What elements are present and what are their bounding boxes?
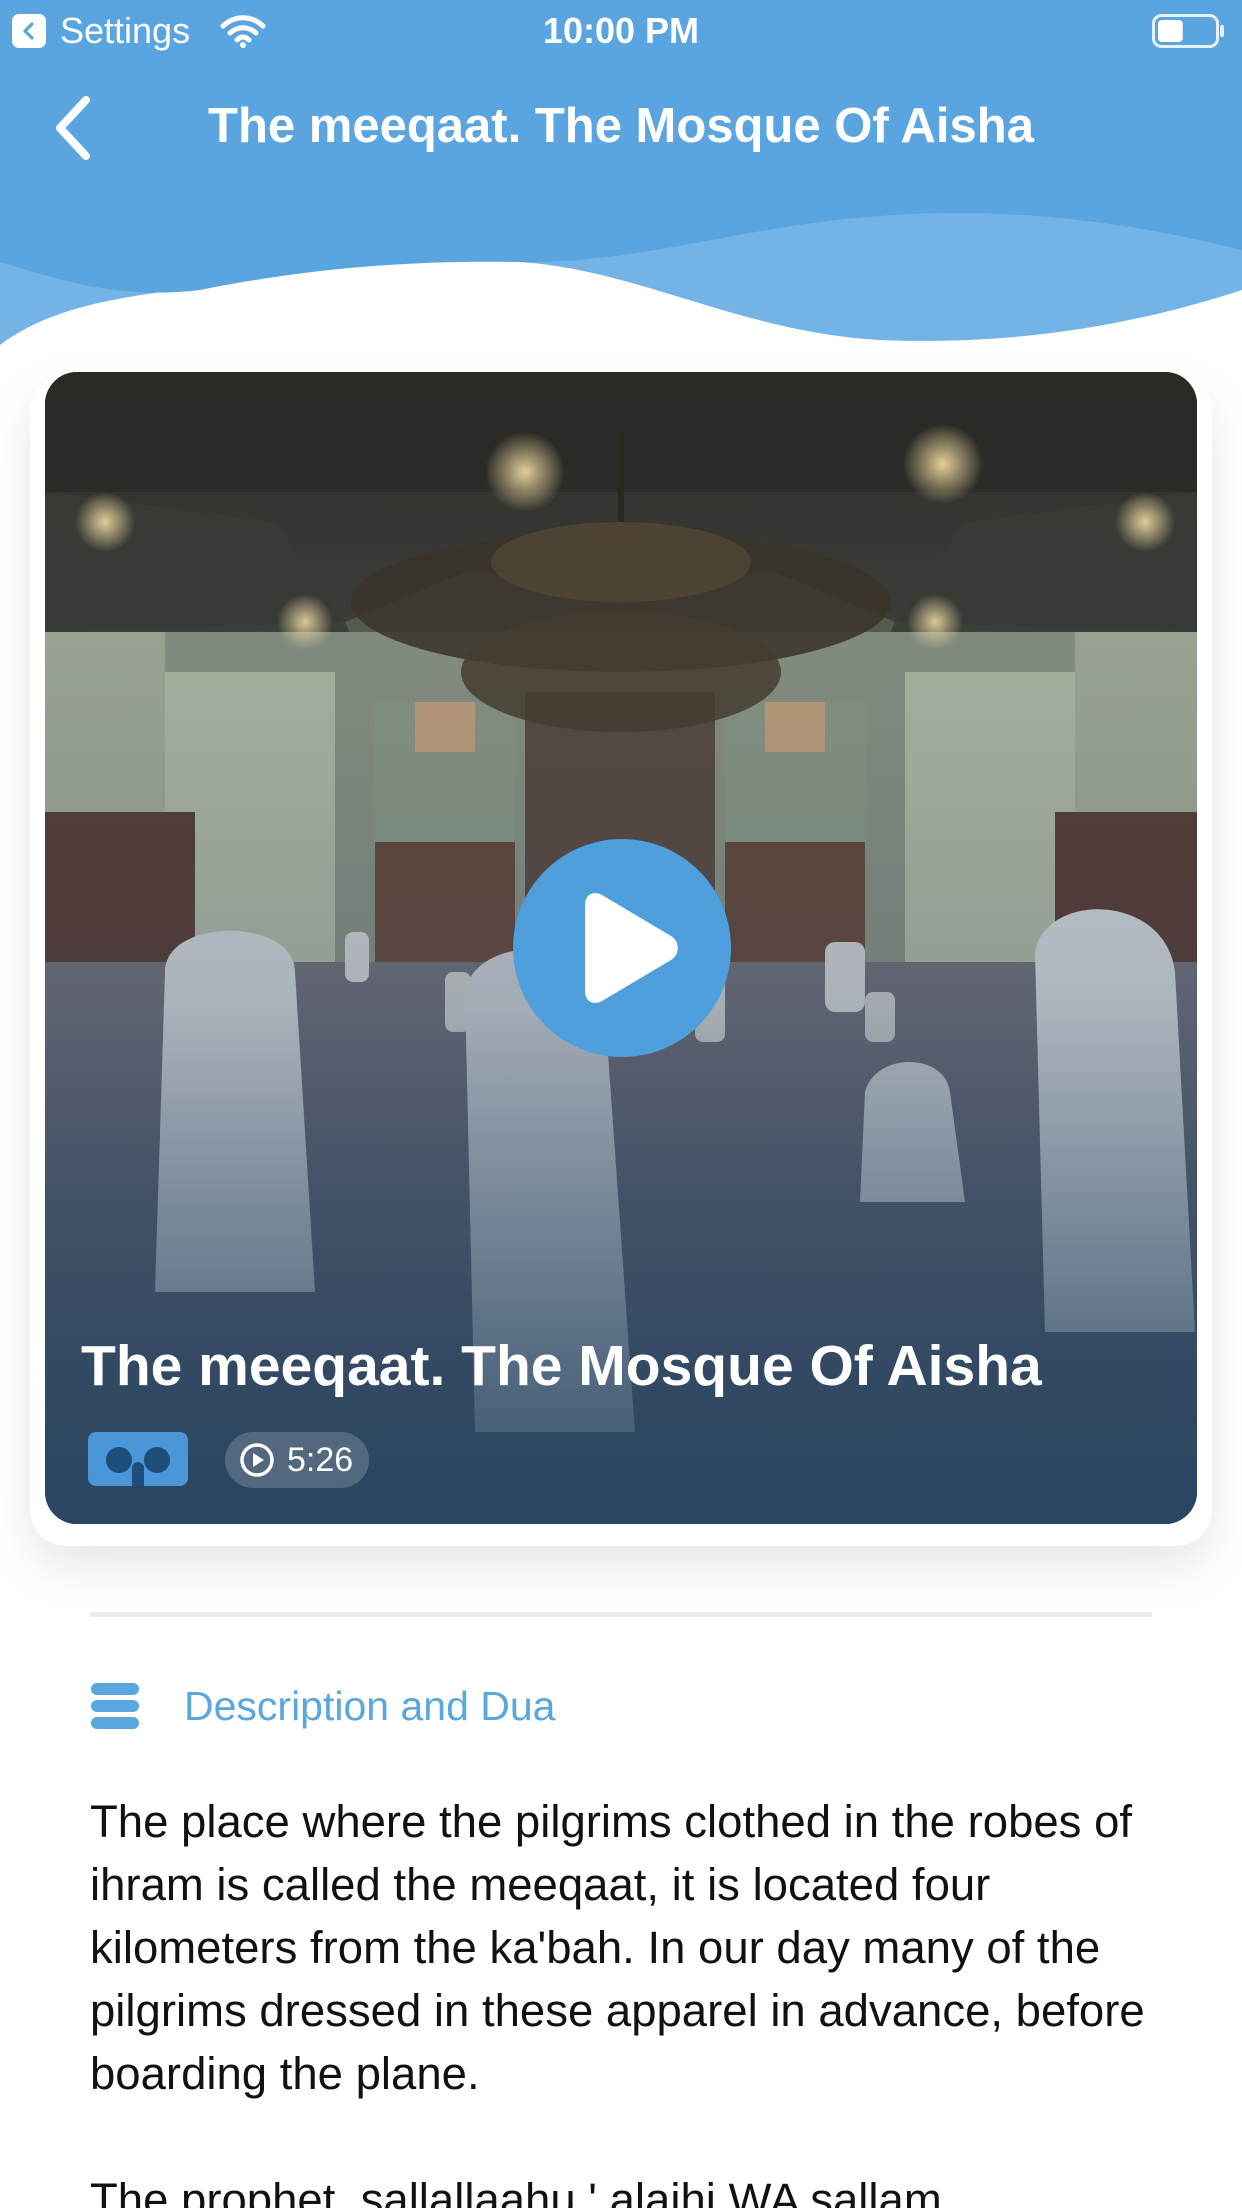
- video-duration: 5:26: [287, 1441, 354, 1479]
- status-time: 10:00 PM: [542, 10, 700, 51]
- play-circle-icon: [240, 1443, 274, 1477]
- status-bar: Settings 10:00 PM: [0, 0, 1242, 62]
- section-title: Description and Dua: [184, 1683, 556, 1729]
- page-title: The meeqaat. The Mosque Of Aisha: [208, 99, 1034, 153]
- menu-icon: [91, 1683, 139, 1729]
- back-button[interactable]: [40, 88, 110, 168]
- video-title: The meeqaat. The Mosque Of Aisha: [81, 1334, 1042, 1398]
- header: Settings 10:00 PM The meeqaat. The Mosqu…: [0, 0, 1242, 360]
- duration-badge: 5:26: [225, 1432, 370, 1488]
- chevron-left-icon: [56, 96, 90, 160]
- play-icon: [585, 893, 678, 1003]
- video-card[interactable]: The meeqaat. The Mosque Of Aisha 5:26: [45, 372, 1197, 1524]
- description-paragraph: The prophet, sallallaahu ' alaihi WA sal…: [90, 2174, 942, 2208]
- vr-headset-icon: [106, 1447, 170, 1486]
- battery-icon: [1152, 14, 1224, 48]
- screen: Settings 10:00 PM The meeqaat. The Mosqu…: [0, 0, 1242, 2208]
- description-paragraph: The place where the pilgrims clothed in …: [90, 1796, 1145, 2099]
- play-button[interactable]: [513, 839, 731, 1057]
- description-section-header[interactable]: Description and Dua: [90, 1678, 555, 1734]
- divider: [90, 1612, 1152, 1617]
- vr-mode-button[interactable]: [88, 1432, 188, 1486]
- description-text: The place where the pilgrims clothed in …: [90, 1790, 1170, 2208]
